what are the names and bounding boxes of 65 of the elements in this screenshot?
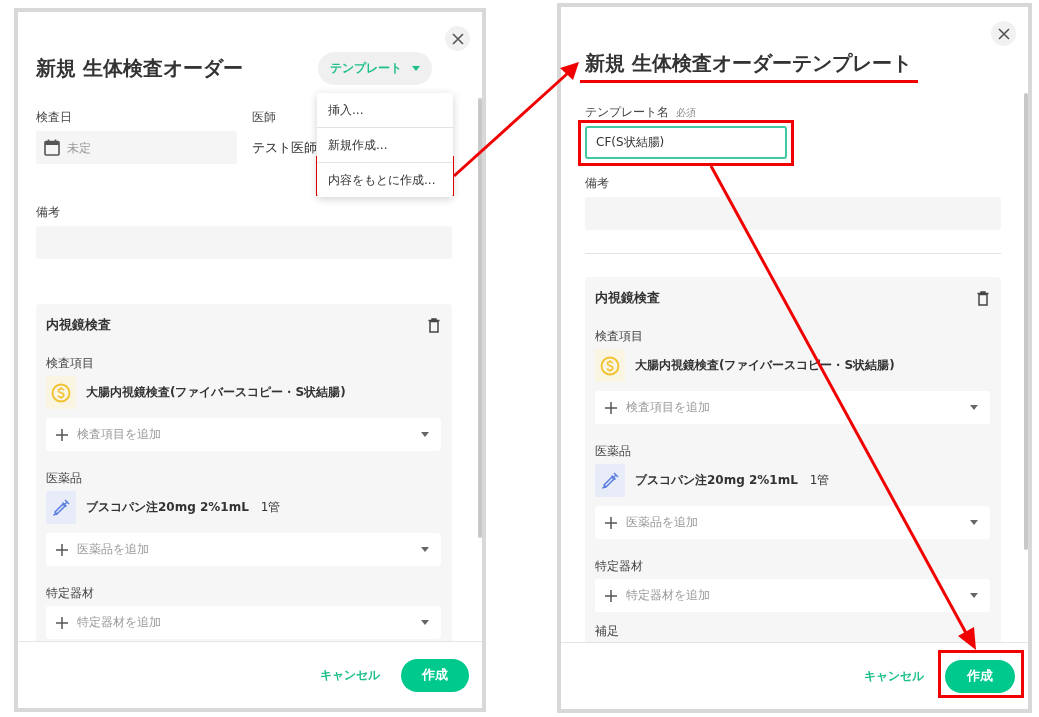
caret-icon bbox=[421, 620, 429, 625]
item-name: ブスコパン注20mg 2%1mL bbox=[86, 499, 249, 516]
plus-icon bbox=[605, 516, 617, 529]
coin-icon bbox=[595, 349, 625, 382]
cancel-button[interactable]: キャンセル bbox=[320, 666, 380, 684]
scrollbar-thumb[interactable] bbox=[1024, 93, 1028, 550]
add-item-dropdown[interactable]: 検査項目を追加 bbox=[46, 418, 441, 451]
plus-icon bbox=[56, 616, 68, 629]
remarks-field[interactable] bbox=[585, 197, 1001, 230]
item-quantity: 1管 bbox=[809, 472, 830, 489]
caret-icon bbox=[970, 520, 978, 525]
required-note: 必須 bbox=[676, 106, 696, 120]
group-label: 特定器材 bbox=[46, 585, 95, 602]
section-title: 内視鏡検査 bbox=[46, 316, 111, 334]
caret-icon bbox=[970, 593, 978, 598]
group-label: 医薬品 bbox=[595, 443, 632, 460]
caret-icon bbox=[412, 66, 420, 71]
close-icon bbox=[997, 27, 1010, 40]
close-icon bbox=[451, 32, 464, 45]
section-title: 内視鏡検査 bbox=[595, 289, 660, 307]
syringe-icon bbox=[595, 464, 625, 497]
template-button[interactable]: テンプレート bbox=[318, 52, 432, 85]
group-label: 検査項目 bbox=[46, 355, 95, 372]
caret-icon bbox=[421, 547, 429, 552]
plus-icon bbox=[605, 401, 617, 414]
plus-icon bbox=[605, 589, 617, 602]
field-label: 医師 bbox=[252, 109, 276, 126]
item-name: ブスコパン注20mg 2%1mL bbox=[635, 472, 798, 489]
scrollbar-thumb[interactable] bbox=[478, 98, 482, 538]
group-label: 特定器材 bbox=[595, 558, 644, 575]
close-button[interactable] bbox=[991, 21, 1016, 46]
doctor-name: テスト医師 bbox=[252, 139, 317, 157]
plus-icon bbox=[56, 428, 68, 441]
dialog-title: 新規 生体検査オーダー bbox=[36, 55, 243, 82]
group-label: 補足 bbox=[595, 623, 620, 640]
create-button[interactable]: 作成 bbox=[401, 658, 469, 692]
add-item-dropdown[interactable]: 特定器材を追加 bbox=[46, 606, 441, 639]
group-label: 医薬品 bbox=[46, 470, 83, 487]
dialog-title: 新規 生体検査オーダーテンプレート bbox=[585, 50, 912, 77]
field-label: 備考 bbox=[36, 204, 60, 221]
template-name-field[interactable]: CF(S状結腸) bbox=[585, 126, 787, 159]
trash-icon[interactable] bbox=[976, 290, 990, 306]
caret-icon bbox=[421, 432, 429, 437]
add-item-dropdown[interactable]: 検査項目を追加 bbox=[595, 391, 990, 424]
field-label: 備考 bbox=[585, 175, 609, 192]
coin-icon bbox=[46, 376, 76, 409]
item-quantity: 1管 bbox=[260, 499, 281, 516]
menu-item[interactable]: 新規作成... bbox=[317, 128, 453, 163]
menu-item[interactable]: 挿入... bbox=[317, 93, 453, 128]
add-item-dropdown[interactable]: 特定器材を追加 bbox=[595, 579, 990, 612]
create-button[interactable]: 作成 bbox=[945, 659, 1015, 693]
trash-icon[interactable] bbox=[427, 317, 441, 333]
field-label: テンプレート名 bbox=[585, 104, 669, 121]
caret-icon bbox=[970, 405, 978, 410]
field-label: 検査日 bbox=[36, 109, 72, 126]
add-item-dropdown[interactable]: 医薬品を追加 bbox=[46, 533, 441, 566]
add-item-dropdown[interactable]: 医薬品を追加 bbox=[595, 506, 990, 539]
group-label: 検査項目 bbox=[595, 328, 644, 345]
close-button[interactable] bbox=[445, 26, 470, 51]
syringe-icon bbox=[46, 491, 76, 524]
item-name: 大腸内視鏡検査(ファイバースコピー・S状結腸) bbox=[86, 384, 346, 401]
cancel-button[interactable]: キャンセル bbox=[864, 667, 924, 685]
date-field[interactable]: 未定 bbox=[36, 131, 237, 164]
calendar-icon bbox=[44, 139, 60, 156]
plus-icon bbox=[56, 543, 68, 556]
